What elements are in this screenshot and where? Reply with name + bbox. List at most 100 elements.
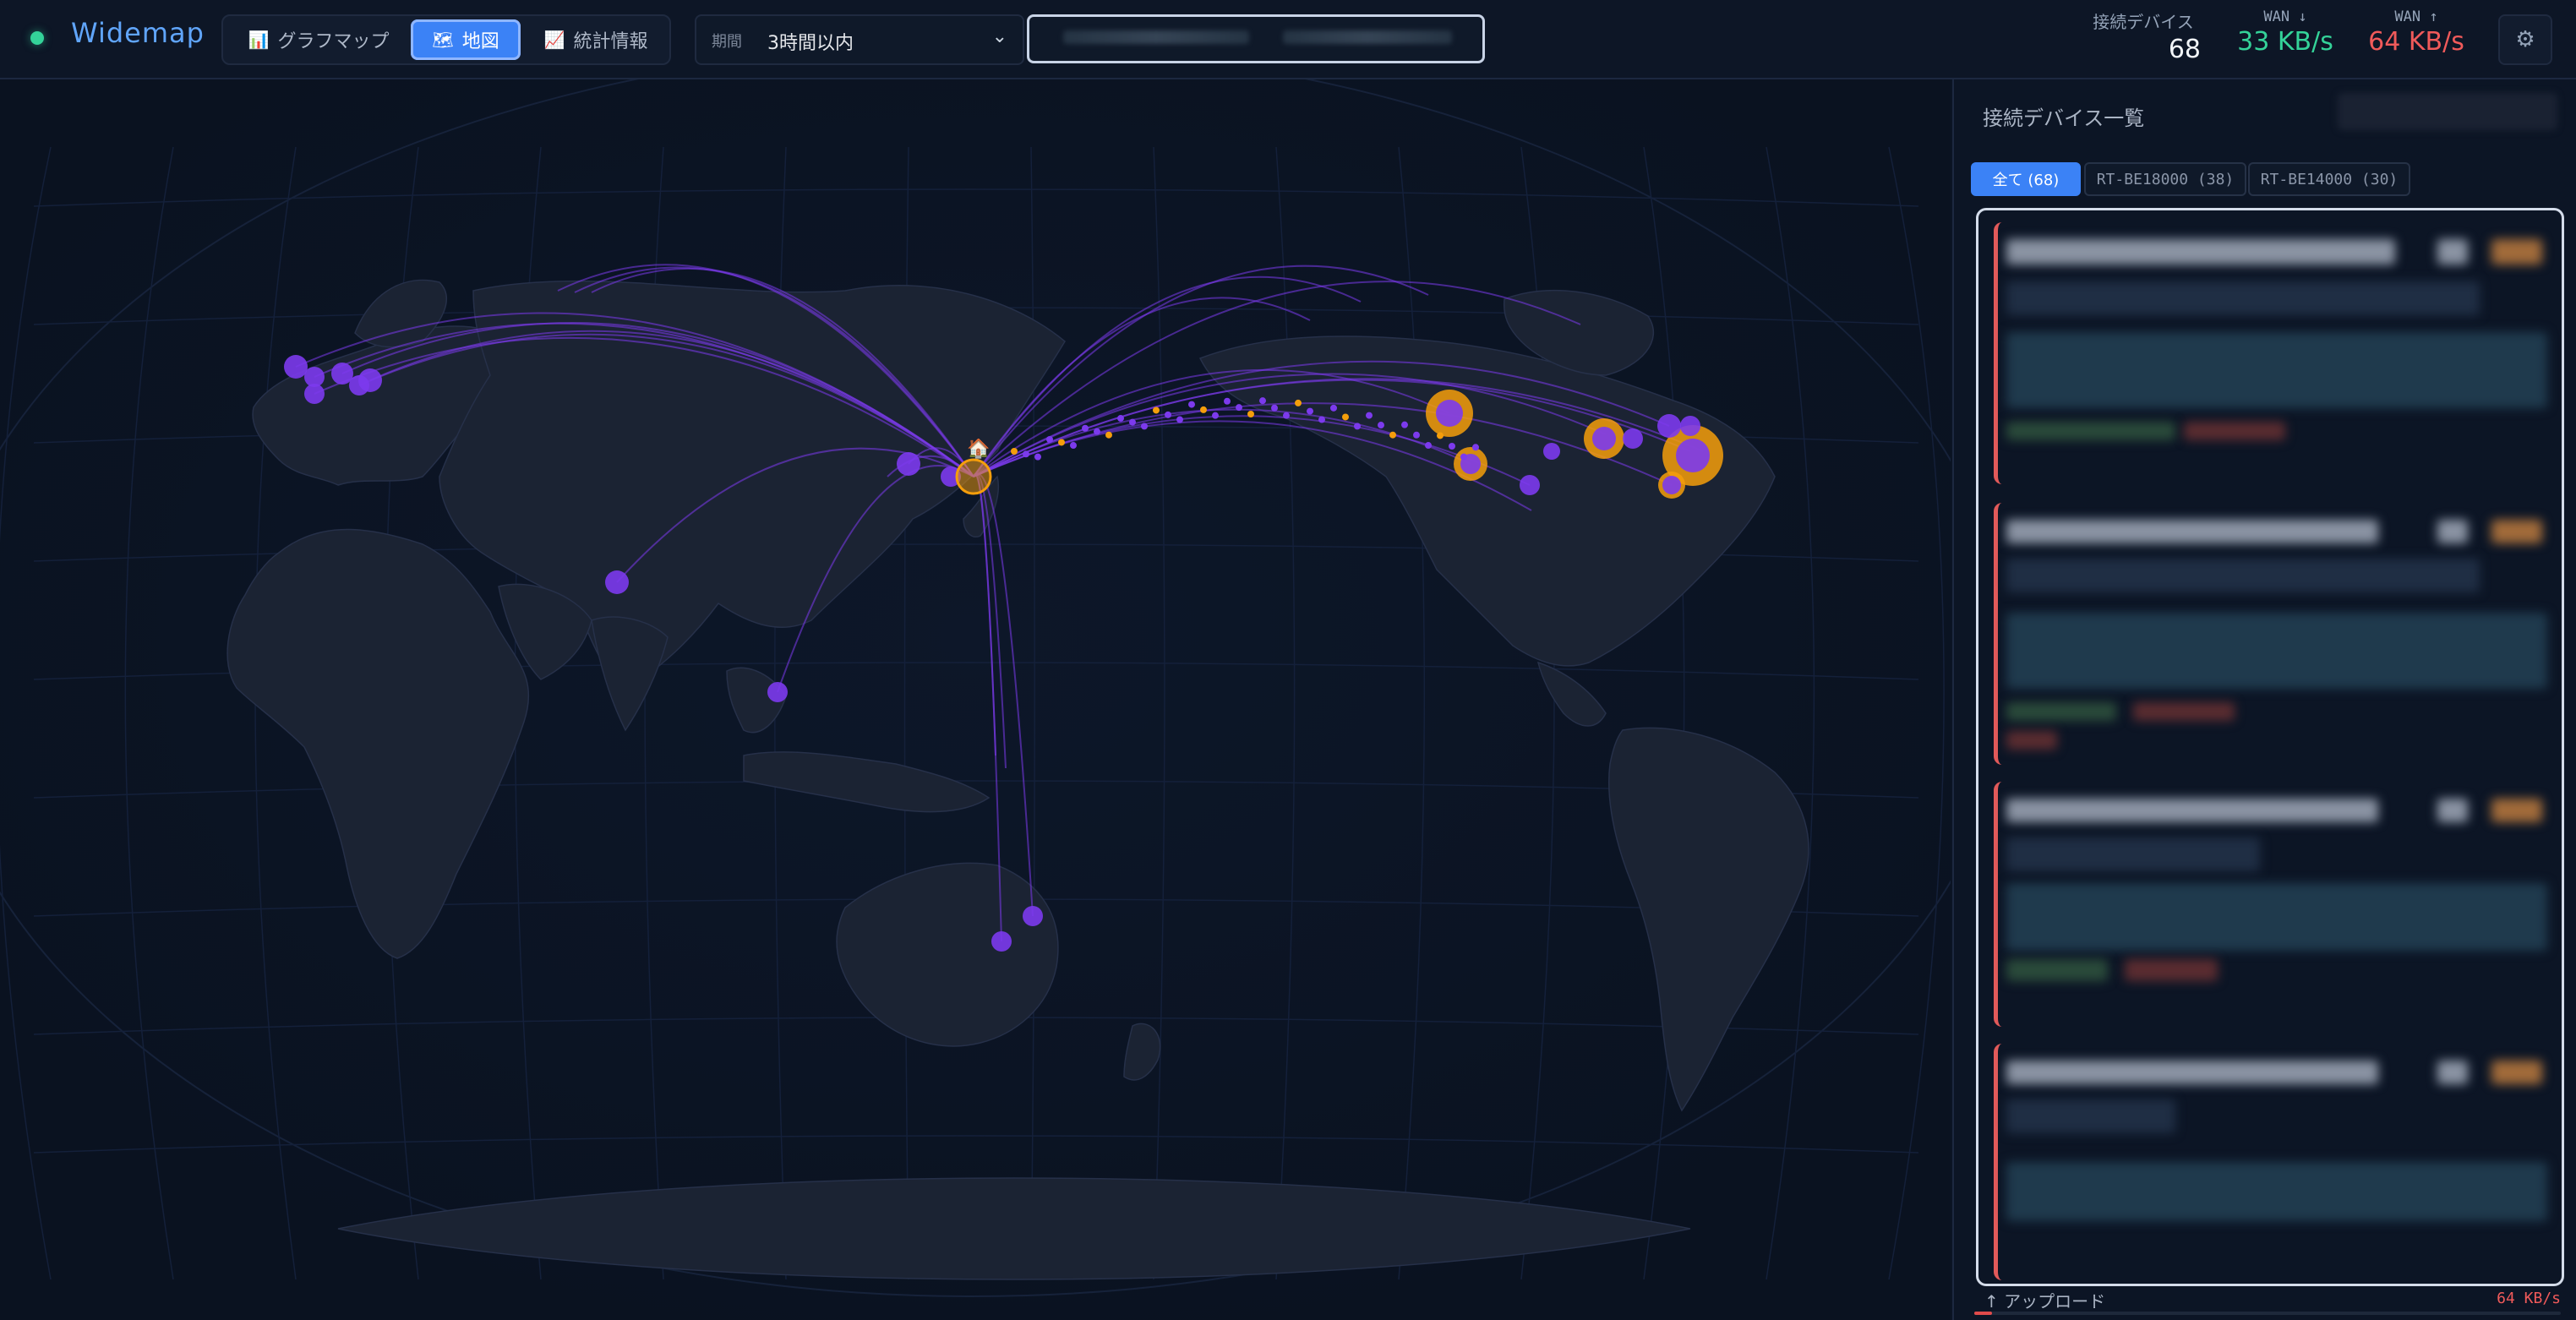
chevron-down-icon: ⌄ (991, 26, 1007, 47)
upload-value: 64 KB/s (2497, 1290, 2561, 1307)
period-select[interactable]: 期間 3時間以内 ⌄ (695, 14, 1024, 65)
location-marker[interactable] (1436, 400, 1463, 427)
panel-title: 接続デバイス一覧 (1983, 106, 2145, 130)
view-switcher: 📊 グラフマップ 🗺 地図 📈 統計情報 (221, 14, 671, 65)
tab-map[interactable]: 🗺 地図 (411, 19, 521, 60)
hop-marker (1307, 407, 1313, 415)
arrow-up-icon: ↑ (1984, 1291, 1999, 1312)
hop-marker (1129, 418, 1136, 426)
hop-marker (1378, 422, 1384, 429)
period-value: 3時間以内 (767, 33, 854, 54)
tab-label: 地図 (461, 31, 499, 52)
map-icon: 🗺 (432, 30, 454, 50)
hop-marker (1212, 412, 1219, 419)
tab-label: 統計情報 (573, 31, 648, 52)
location-marker[interactable] (991, 931, 1012, 952)
map-canvas[interactable]: 🏠 (0, 79, 1951, 1320)
hop-marker (1236, 404, 1242, 412)
hop-marker (1318, 416, 1325, 423)
hop-marker (1354, 423, 1361, 430)
gear-icon: ⚙ (2515, 27, 2535, 52)
filter-tab-all[interactable]: 全て (68) (1971, 162, 2081, 196)
location-marker[interactable] (1676, 439, 1710, 472)
location-marker[interactable] (897, 452, 920, 476)
hop-marker (1425, 442, 1432, 450)
location-marker[interactable] (1543, 443, 1560, 460)
location-marker[interactable] (358, 368, 382, 392)
upload-bar-fill (1974, 1312, 1992, 1315)
device-panel: 接続デバイス一覧 全て (68) RT-BE18000 (38) RT-BE14… (1952, 79, 2576, 1320)
hop-marker (1094, 428, 1100, 435)
bar-chart-icon: 📊 (248, 30, 270, 50)
hop-marker (1082, 424, 1089, 432)
upload-label: アップロード (2004, 1291, 2106, 1312)
hop-marker (1153, 406, 1160, 414)
device-card[interactable] (1994, 782, 2552, 1027)
device-card[interactable] (1994, 222, 2552, 484)
location-marker[interactable] (1680, 416, 1700, 436)
location-marker[interactable] (605, 570, 629, 594)
tab-label: グラフマップ (277, 31, 390, 52)
upload-meter: ↑ アップロード 64 KB/s (1974, 1288, 2561, 1315)
hop-marker (1176, 416, 1183, 423)
tab-graph-map[interactable]: 📊 グラフマップ (226, 19, 411, 60)
wan-download: WAN ↓ 33 KB/s (2237, 8, 2333, 57)
hop-marker (1165, 411, 1171, 418)
hop-marker (1366, 412, 1373, 419)
home-icon: 🏠 (967, 438, 990, 460)
redacted-text (1283, 30, 1452, 44)
hop-marker (1247, 411, 1254, 417)
hop-marker (1472, 444, 1479, 451)
hop-marker (1058, 439, 1065, 446)
hop-marker (1046, 435, 1053, 443)
device-card[interactable] (1994, 1044, 2552, 1280)
hop-marker (1283, 412, 1290, 419)
location-marker[interactable] (284, 355, 308, 379)
hop-marker (1271, 404, 1278, 412)
search-input[interactable] (1027, 14, 1485, 63)
hop-marker (1070, 442, 1077, 450)
hop-marker (1389, 431, 1396, 439)
location-marker[interactable] (1657, 414, 1681, 438)
period-label: 期間 (712, 33, 742, 51)
location-marker[interactable] (1623, 428, 1643, 449)
location-marker[interactable] (1520, 475, 1540, 495)
hop-marker (1413, 431, 1420, 439)
hop-marker (1023, 450, 1029, 458)
hop-marker (1200, 406, 1207, 413)
status-indicator (30, 31, 44, 45)
hop-marker (1449, 442, 1455, 450)
hop-marker (1259, 397, 1266, 405)
hop-marker (1401, 421, 1408, 428)
device-card[interactable] (1994, 503, 2552, 765)
location-marker[interactable] (304, 384, 325, 404)
hop-marker (1460, 453, 1467, 461)
home-location-marker[interactable] (955, 458, 992, 495)
app-title: Widemap (71, 17, 205, 49)
top-bar: Widemap 📊 グラフマップ 🗺 地図 📈 統計情報 期間 3時間以内 ⌄ … (0, 0, 2576, 79)
filter-tab-rt-be18000[interactable]: RT-BE18000 (38) (2084, 162, 2246, 196)
redacted-text (1063, 30, 1249, 44)
tab-statistics[interactable]: 📈 統計情報 (526, 19, 666, 60)
device-count: 接続デバイス 68 (2093, 12, 2201, 64)
location-marker[interactable] (767, 682, 788, 702)
hop-marker (1141, 423, 1148, 430)
redacted-control (2338, 93, 2557, 130)
hop-marker (1295, 399, 1302, 406)
line-chart-icon: 📈 (543, 30, 565, 50)
hop-marker (1330, 404, 1337, 412)
location-marker[interactable] (1023, 906, 1043, 926)
hop-marker (1224, 397, 1231, 405)
location-marker[interactable] (1662, 476, 1681, 494)
hop-marker (1342, 413, 1349, 421)
wan-upload: WAN ↑ 64 KB/s (2368, 8, 2464, 57)
world-map[interactable]: 🏠 (0, 79, 1951, 1320)
hop-marker (1437, 432, 1444, 439)
device-list[interactable] (1976, 208, 2564, 1286)
hop-marker (1105, 431, 1112, 439)
location-marker[interactable] (1592, 427, 1616, 450)
settings-button[interactable]: ⚙ (2498, 14, 2552, 65)
filter-tab-rt-be14000[interactable]: RT-BE14000 (30) (2248, 162, 2410, 196)
hop-marker (1188, 401, 1195, 408)
hop-marker (1034, 453, 1041, 461)
